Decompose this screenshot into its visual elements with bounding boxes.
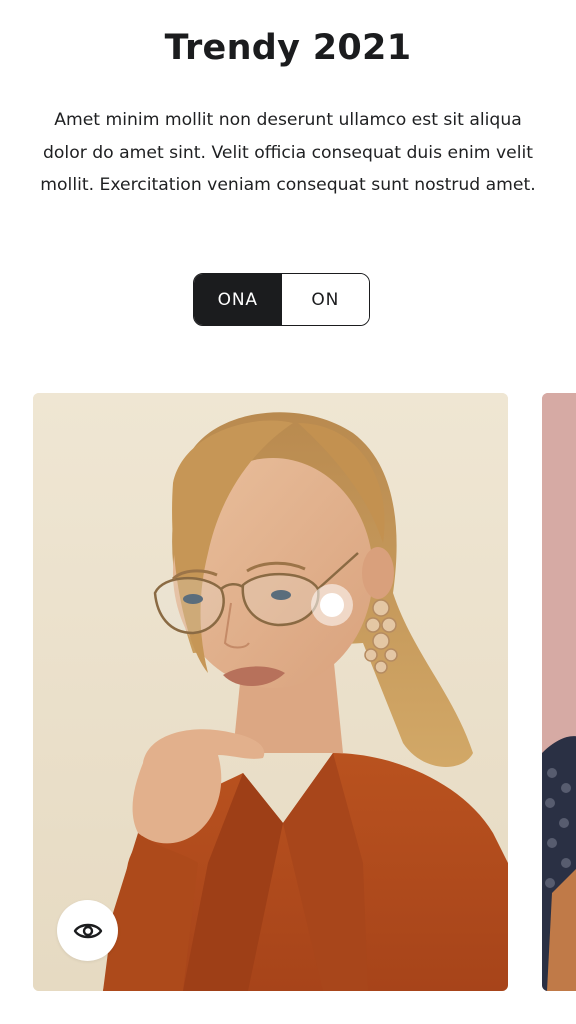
product-card[interactable] bbox=[33, 393, 508, 991]
next-product-card[interactable] bbox=[542, 393, 576, 991]
page-description: Amet minim mollit non deserunt ullamco e… bbox=[40, 110, 536, 195]
page-title: Trendy 2021 bbox=[164, 28, 412, 68]
product-photo bbox=[33, 393, 508, 991]
dot-icon bbox=[320, 593, 344, 617]
eye-icon bbox=[73, 923, 102, 938]
gender-toggle: ONA ON bbox=[193, 273, 370, 326]
product-hotspot[interactable] bbox=[311, 584, 353, 626]
next-product-photo bbox=[542, 393, 576, 991]
page: Trendy 2021 Amet minim mollit non deseru… bbox=[0, 0, 576, 1024]
toggle-option-on[interactable]: ON bbox=[281, 274, 369, 325]
toggle-option-ona[interactable]: ONA bbox=[194, 274, 282, 325]
view-button[interactable] bbox=[57, 900, 118, 961]
